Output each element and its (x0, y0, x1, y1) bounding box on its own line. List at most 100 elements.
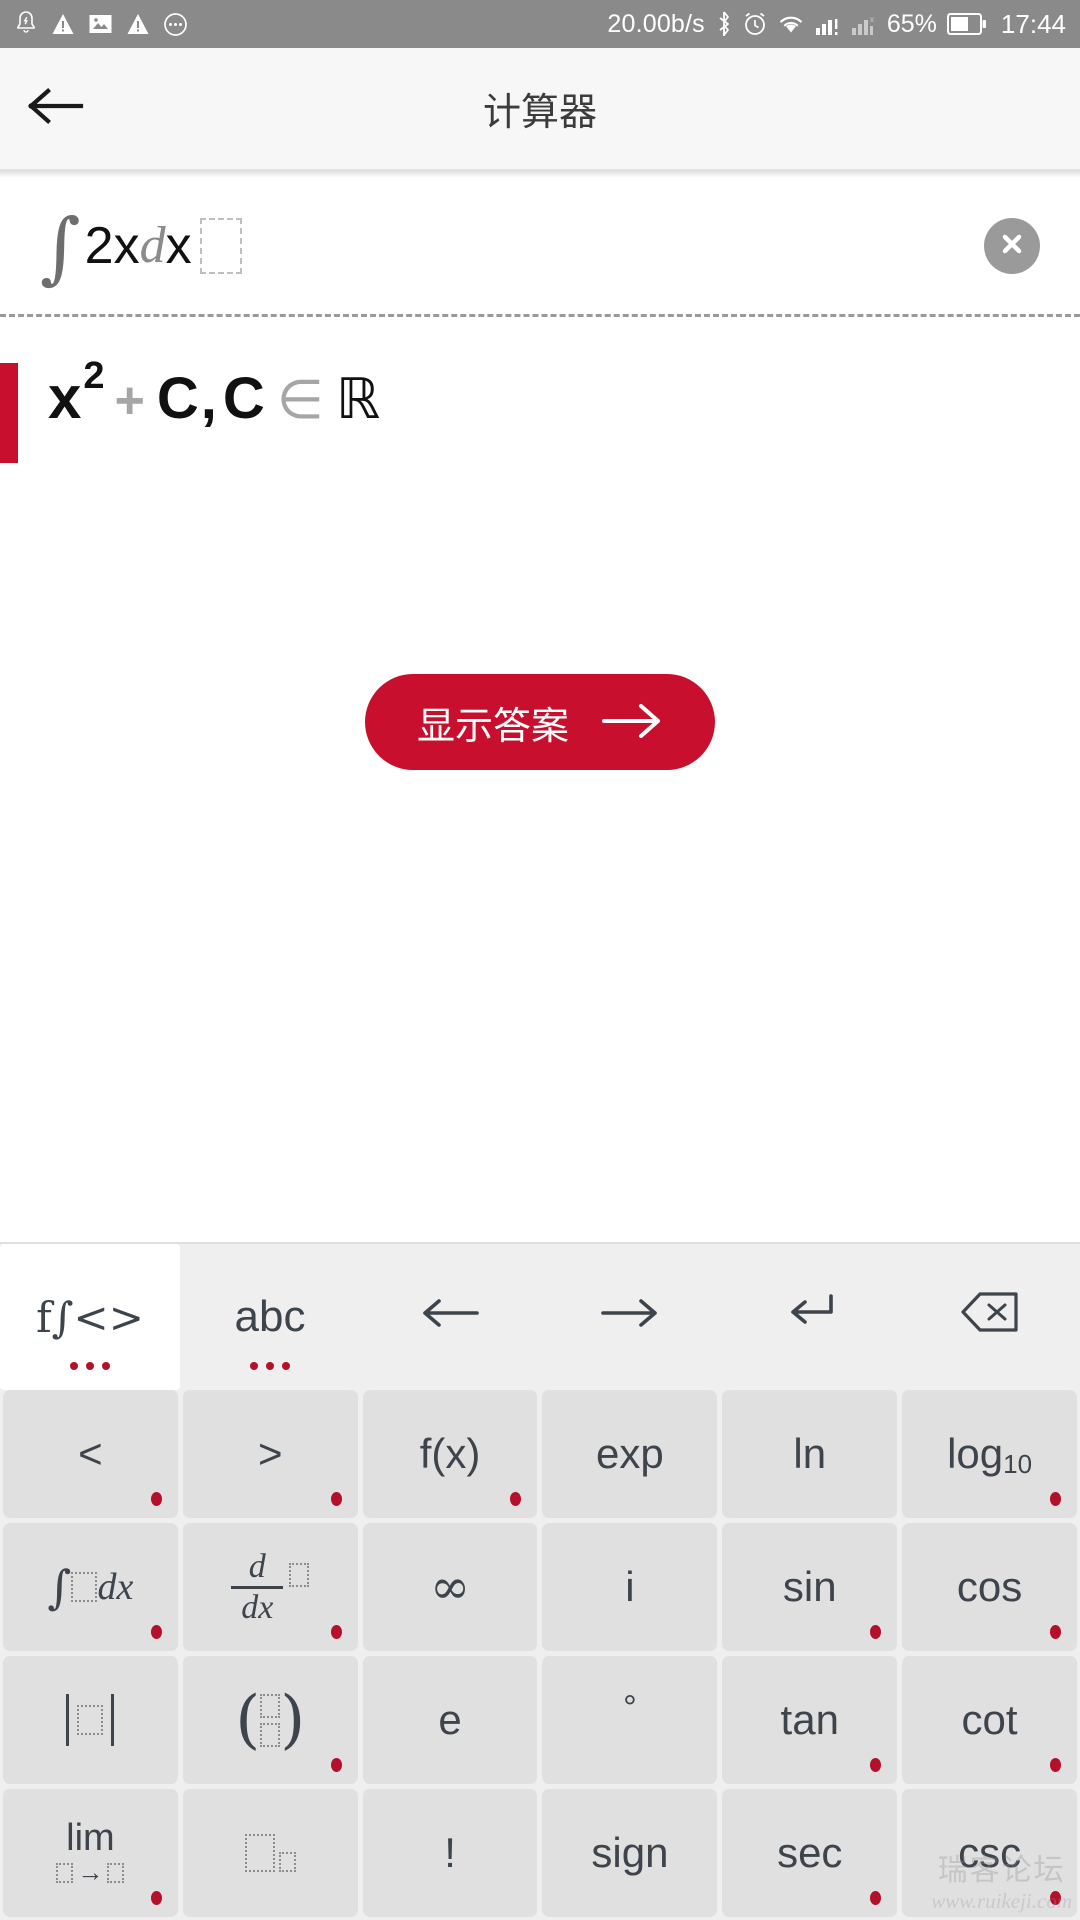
key-ln-label: ln (793, 1430, 827, 1477)
key-less-than[interactable]: < (3, 1390, 178, 1518)
key-sec[interactable]: sec (722, 1789, 898, 1917)
cursor-right-button[interactable] (540, 1244, 720, 1390)
key-sin-label: sin (782, 1563, 837, 1610)
warning-triangle-icon (126, 12, 150, 36)
key-csc-label: csc (958, 1829, 1022, 1876)
key-limit[interactable]: lim → (3, 1789, 178, 1917)
image-icon (88, 12, 113, 36)
key-tan-label: tan (780, 1696, 839, 1743)
abs-left-bar-icon (66, 1694, 70, 1746)
enter-return-icon (783, 1290, 837, 1345)
key-degree-label: ° (623, 1689, 637, 1727)
backspace-button[interactable] (900, 1244, 1080, 1390)
key-log10-subscript: 10 (1003, 1448, 1033, 1479)
long-press-dot-icon (330, 1758, 342, 1772)
svg-text:x: x (870, 15, 874, 24)
show-answer-button[interactable]: 显示答案 (364, 674, 715, 770)
slot-placeholder-icon (71, 1572, 98, 1602)
key-factorial[interactable]: ! (362, 1789, 538, 1917)
arrow-left-icon (420, 1292, 480, 1342)
binomial-slots-icon (260, 1693, 281, 1747)
key-exp[interactable]: exp (542, 1390, 718, 1518)
key-sec-label: sec (777, 1829, 843, 1876)
key-integral[interactable]: ∫ dx (3, 1523, 178, 1651)
long-press-dot-icon (1049, 1625, 1061, 1639)
math-keyboard: f∫<> abc < > f(x) exp ln log 10 ∫ dx d d… (0, 1242, 1080, 1920)
key-log10[interactable]: log 10 (902, 1390, 1077, 1518)
key-sign-label: sign (591, 1829, 669, 1876)
arrow-right-icon (600, 1292, 660, 1342)
differential-variable: x (165, 216, 192, 275)
keyboard-tab-math[interactable]: f∫<> (0, 1244, 180, 1390)
backspace-icon (960, 1290, 1020, 1345)
key-csc[interactable]: csc (902, 1789, 1077, 1917)
slot-placeholder-icon (77, 1705, 104, 1735)
battery-percent-label: 65% (886, 9, 937, 38)
key-cos[interactable]: cos (902, 1523, 1077, 1651)
long-press-dot-icon (330, 1492, 342, 1506)
status-bar-left-icons (14, 11, 188, 37)
key-greater-than[interactable]: > (182, 1390, 358, 1518)
key-absolute-value[interactable] (3, 1656, 178, 1784)
paren-left-icon: ( (235, 1683, 261, 1757)
key-function[interactable]: f(x) (362, 1390, 538, 1518)
more-options-dots-icon (250, 1362, 290, 1370)
key-log10-label: log (947, 1430, 1004, 1477)
key-sign[interactable]: sign (542, 1789, 718, 1917)
element-of-symbol: ∈ (276, 368, 324, 431)
key-function-label: f(x) (419, 1430, 481, 1477)
long-press-dot-icon (1049, 1492, 1061, 1506)
answer-constant-second: C (222, 366, 265, 431)
clear-button[interactable] (984, 218, 1040, 274)
clear-circle-icon (996, 228, 1028, 265)
key-ln[interactable]: ln (722, 1390, 898, 1518)
long-press-dot-icon (330, 1625, 342, 1639)
expression-coefficient: 2 (84, 216, 114, 275)
key-greater-than-label: > (257, 1430, 283, 1477)
app-bar-shadow (0, 170, 1080, 178)
more-options-dots-icon (70, 1362, 110, 1370)
back-button[interactable] (0, 48, 110, 169)
derivative-fraction-icon: d dx (231, 1549, 284, 1625)
long-press-dot-icon (1049, 1758, 1061, 1772)
key-euler-e[interactable]: e (362, 1656, 538, 1784)
integral-glyph-icon: ∫ (47, 1560, 72, 1614)
cursor-left-button[interactable] (360, 1244, 540, 1390)
long-press-dot-icon (510, 1492, 522, 1506)
expression-input[interactable]: ∫ 2 x d x (0, 178, 1080, 314)
key-degree[interactable]: ° (542, 1656, 718, 1784)
key-euler-e-label: e (438, 1696, 462, 1743)
key-cot[interactable]: cot (902, 1656, 1077, 1784)
warning-triangle-icon (51, 12, 75, 36)
answer-base: x (48, 364, 82, 431)
key-power[interactable] (182, 1789, 358, 1917)
key-sin[interactable]: sin (722, 1523, 898, 1651)
key-imaginary-unit-label: i (625, 1563, 635, 1610)
long-press-dot-icon (870, 1625, 882, 1639)
keyboard-tab-abc[interactable]: abc (180, 1244, 360, 1390)
enter-button[interactable] (720, 1244, 900, 1390)
keyboard-toolbar: f∫<> abc (0, 1242, 1080, 1390)
key-factorial-label: ! (444, 1829, 456, 1876)
abs-right-bar-icon (111, 1694, 115, 1746)
key-infinity[interactable]: ∞ (362, 1523, 538, 1651)
power-slots-icon (244, 1834, 296, 1872)
key-derivative[interactable]: d dx (182, 1523, 358, 1651)
key-imaginary-unit[interactable]: i (542, 1523, 718, 1651)
right-arrow-icon (601, 701, 663, 744)
clock-label: 17:44 (1000, 8, 1066, 39)
long-press-dot-icon (1049, 1891, 1061, 1905)
status-bar-right-icons: 20.00b/s x 65% 17:44 (607, 9, 1066, 40)
empty-slot-placeholder[interactable] (199, 217, 242, 274)
answer-comma: , (200, 366, 217, 431)
cta-container: 显示答案 (0, 557, 1080, 887)
key-limit-label: lim (66, 1817, 115, 1860)
differential-d: d (139, 217, 166, 275)
key-binomial[interactable]: () (182, 1656, 358, 1784)
answer-section: x 2 + C , C ∈ ℝ (0, 317, 1080, 557)
key-tan[interactable]: tan (722, 1656, 898, 1784)
expression-content[interactable]: ∫ 2 x d x (40, 209, 242, 287)
expression-variable: x (113, 216, 140, 275)
keyboard-key-grid: < > f(x) exp ln log 10 ∫ dx d dx ∞ i sin… (0, 1390, 1080, 1920)
keyboard-tab-abc-label: abc (234, 1292, 306, 1341)
